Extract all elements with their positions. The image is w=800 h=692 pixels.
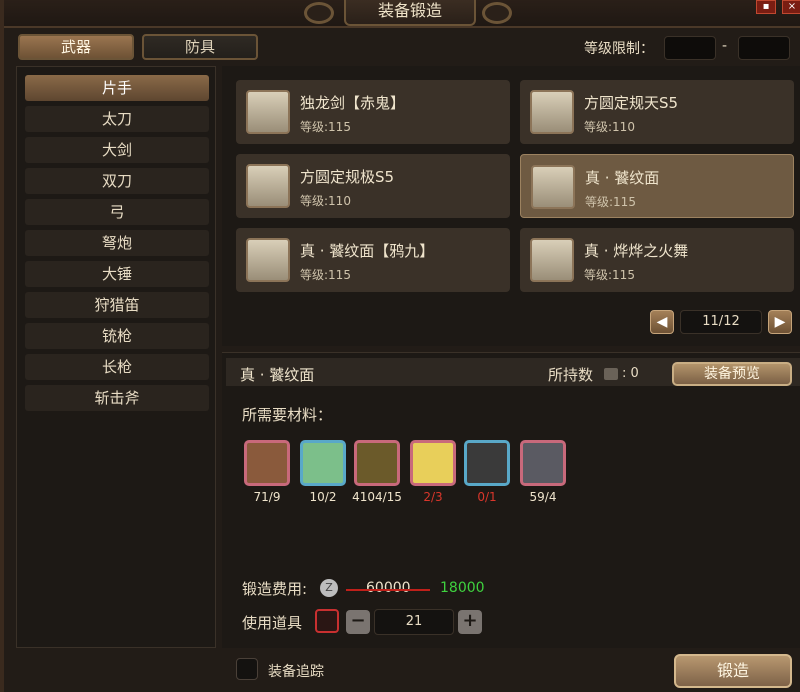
equipment-level: 等级:115 xyxy=(584,268,635,282)
category-item-one-hand[interactable]: 片手 xyxy=(25,75,209,101)
equipment-card[interactable]: 独龙剑【赤鬼】 等级:115 xyxy=(236,80,510,144)
yellow-hide-icon[interactable] xyxy=(410,440,456,486)
close-button[interactable]: × xyxy=(782,0,800,14)
material-count: 71/9 xyxy=(253,490,281,504)
golden-spine-icon[interactable] xyxy=(354,440,400,486)
item-quantity-field[interactable]: 21 xyxy=(374,609,454,635)
equipment-card-selected[interactable]: 真 · 饕纹面 等级:115 xyxy=(520,154,794,218)
equipment-name: 独龙剑【赤鬼】 xyxy=(300,94,406,112)
use-item-label: 使用道具 xyxy=(242,614,303,632)
level-max-input[interactable] xyxy=(738,36,790,60)
owned-count-value: : 0 xyxy=(622,366,639,381)
material-count: 59/4 xyxy=(529,490,557,504)
track-equipment-label: 装备追踪 xyxy=(268,664,324,680)
equipment-name: 真 · 烨烨之火舞 xyxy=(584,242,689,260)
forge-cost-label: 锻造费用: xyxy=(242,580,308,598)
ruler-shield-icon xyxy=(530,90,574,134)
ruler-shield-icon xyxy=(246,164,290,208)
decrease-quantity-button[interactable]: − xyxy=(346,610,370,634)
ornament-right-icon xyxy=(482,2,512,24)
prev-page-button[interactable]: ◀ xyxy=(650,310,674,334)
shell-scale-icon[interactable] xyxy=(244,440,290,486)
tab-weapons[interactable]: 武器 xyxy=(18,34,134,60)
category-item-long-sword[interactable]: 太刀 xyxy=(25,106,209,132)
page-indicator: 11/12 xyxy=(680,310,762,334)
materials-title: 所需要材料： xyxy=(242,406,333,424)
category-sidebar: 片手 太刀 大剑 双刀 弓 弩炮 大锤 狩猎笛 铳枪 长枪 斩击斧 xyxy=(16,66,216,648)
zeny-coin-icon: Z xyxy=(320,579,338,597)
equipment-card[interactable]: 真 · 烨烨之火舞 等级:115 xyxy=(520,228,794,292)
item-ticket-icon[interactable] xyxy=(315,609,339,633)
owned-count-label: 所持数 xyxy=(548,366,594,384)
green-wyvern-icon[interactable] xyxy=(300,440,346,486)
ornament-left-icon xyxy=(304,2,334,24)
equipment-level: 等级:115 xyxy=(585,195,636,209)
equipment-name: 真 · 饕纹面 xyxy=(585,169,660,187)
level-min-input[interactable] xyxy=(664,36,716,60)
red-sword-icon xyxy=(246,90,290,134)
material-count-insufficient: 0/1 xyxy=(477,490,497,504)
equipment-card[interactable]: 真 · 饕纹面【鸦九】 等级:115 xyxy=(236,228,510,292)
level-limit-label: 等级限制： xyxy=(584,41,654,57)
tab-armor[interactable]: 防具 xyxy=(142,34,258,60)
window-title: 装备锻造 xyxy=(344,0,476,26)
category-item-bow[interactable]: 弓 xyxy=(25,199,209,225)
category-item-switch-axe[interactable]: 斩击斧 xyxy=(25,385,209,411)
category-item-dual-blades[interactable]: 双刀 xyxy=(25,168,209,194)
crimson-blade-icon xyxy=(246,238,290,282)
beast-skull-icon[interactable] xyxy=(520,440,566,486)
material-count-insufficient: 2/3 xyxy=(423,490,443,504)
level-separator: - xyxy=(722,38,728,54)
category-item-bowgun[interactable]: 弩炮 xyxy=(25,230,209,256)
equipment-level: 等级:115 xyxy=(300,268,351,282)
dark-blade-icon xyxy=(531,165,575,209)
equipment-name: 方圆定规极S5 xyxy=(300,168,395,186)
golden-flame-icon xyxy=(530,238,574,282)
forge-window: 装备锻造 ▪ × 武器 防具 等级限制： - 片手 太刀 大剑 双刀 弓 弩炮 … xyxy=(0,0,800,692)
forge-button[interactable]: 锻造 xyxy=(674,654,792,688)
category-item-lance[interactable]: 长枪 xyxy=(25,354,209,380)
increase-quantity-button[interactable]: + xyxy=(458,610,482,634)
category-item-great-sword[interactable]: 大剑 xyxy=(25,137,209,163)
selected-equipment-name: 真 · 饕纹面 xyxy=(240,366,315,384)
minimize-button[interactable]: ▪ xyxy=(756,0,776,14)
next-page-button[interactable]: ▶ xyxy=(768,310,792,334)
equipment-card[interactable]: 方圆定规极S5 等级:110 xyxy=(236,154,510,218)
cost-strikethrough xyxy=(346,589,430,591)
equipment-name: 真 · 饕纹面【鸦九】 xyxy=(300,242,435,260)
category-item-hammer[interactable]: 大锤 xyxy=(25,261,209,287)
discounted-cost: 18000 xyxy=(440,580,485,596)
equipment-level: 等级:110 xyxy=(300,194,351,208)
equipment-level: 等级:115 xyxy=(300,120,351,134)
original-cost: 60000 xyxy=(366,580,411,596)
equipment-level: 等级:110 xyxy=(584,120,635,134)
equipment-name: 方圆定规天S5 xyxy=(584,94,679,112)
equipment-card[interactable]: 方圆定规天S5 等级:110 xyxy=(520,80,794,144)
track-equipment-checkbox[interactable] xyxy=(236,658,258,680)
material-count: 4104/15 xyxy=(352,490,402,504)
material-count: 10/2 xyxy=(309,490,337,504)
owned-count-icon xyxy=(604,368,618,380)
category-item-gunlance[interactable]: 铳枪 xyxy=(25,323,209,349)
dark-orb-icon[interactable] xyxy=(464,440,510,486)
category-item-hunting-horn[interactable]: 狩猎笛 xyxy=(25,292,209,318)
equipment-preview-button[interactable]: 装备预览 xyxy=(672,362,792,386)
